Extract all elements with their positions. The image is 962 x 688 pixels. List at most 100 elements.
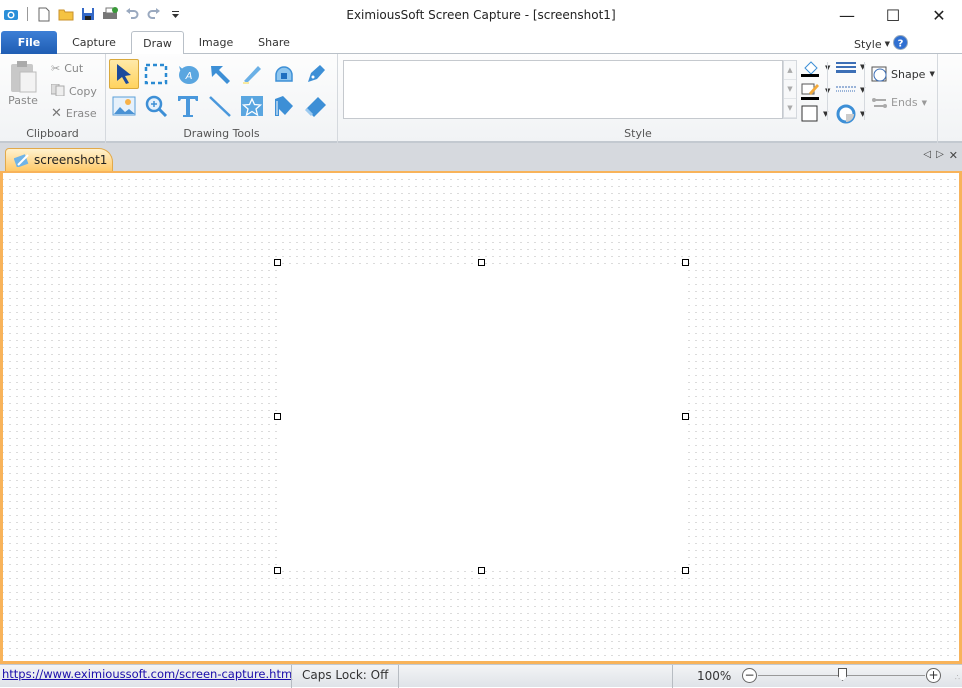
zoom-level: 100% <box>697 669 732 683</box>
dash-style-icon <box>836 86 856 92</box>
svg-text:A: A <box>185 71 193 82</box>
paste-button[interactable]: Paste <box>8 60 38 107</box>
resize-handle-top-right[interactable] <box>682 259 689 266</box>
paste-icon <box>11 61 37 93</box>
rect-select-tool-button[interactable] <box>141 59 171 89</box>
text-tool-button[interactable] <box>173 91 203 121</box>
zoom-in-button[interactable]: + <box>926 668 941 683</box>
eraser-icon <box>304 97 326 117</box>
cut-label: Cut <box>64 62 84 75</box>
shadow-circle-icon <box>836 104 856 124</box>
outline-color-button[interactable]: ▼ <box>801 82 830 100</box>
flag-tool-button[interactable] <box>269 91 299 121</box>
diagonal-arrow-icon <box>211 66 230 84</box>
scissors-icon: ✂ <box>51 62 61 75</box>
scroll-right-icon[interactable]: ▷ <box>936 149 944 162</box>
gallery-up-button[interactable]: ▲ <box>784 61 796 80</box>
zoom-out-button[interactable]: − <box>742 668 757 683</box>
tab-draw[interactable]: Draw <box>131 31 184 55</box>
ribbon-tabs: File Capture Draw Image Share Style ▼ ? <box>0 30 962 55</box>
pencil-color-icon <box>801 83 819 100</box>
shadow-button[interactable]: ▼ <box>836 104 865 124</box>
ends-button[interactable]: Ends ▼ <box>871 96 927 109</box>
document-tab-label: screenshot1 <box>34 153 108 167</box>
shape-fill-button[interactable]: ▼ <box>801 105 828 123</box>
callout-tool-button[interactable]: A <box>173 59 203 89</box>
document-tab-screenshot1[interactable]: screenshot1 <box>5 148 113 171</box>
fountain-pen-icon <box>308 65 325 82</box>
style-menu[interactable]: Style ▼ ? <box>854 35 908 53</box>
flag-icon <box>275 96 293 116</box>
picture-icon <box>112 96 136 116</box>
document-tab-strip: screenshot1 ◁ ▷ ✕ <box>0 143 962 171</box>
eraser-tool-button[interactable] <box>301 91 331 121</box>
resize-handle-bottom-left[interactable] <box>274 567 281 574</box>
document-nav: ◁ ▷ ✕ <box>923 149 958 162</box>
resize-handle-top-left[interactable] <box>274 259 281 266</box>
line-icon <box>209 96 231 117</box>
select-tool-button[interactable] <box>109 59 139 89</box>
zoom-slider-thumb[interactable] <box>838 668 847 681</box>
captured-image[interactable] <box>281 266 685 570</box>
dropdown-arrow-icon: ▼ <box>921 98 928 107</box>
resize-handle-top[interactable] <box>478 259 485 266</box>
arrow-tool-button[interactable] <box>205 59 235 89</box>
tab-share[interactable]: Share <box>250 31 298 54</box>
help-icon[interactable]: ? <box>893 35 908 53</box>
divider <box>672 665 673 688</box>
gallery-more-button[interactable]: ▼ <box>784 99 796 118</box>
fill-tool-button[interactable] <box>269 59 299 89</box>
scroll-left-icon[interactable]: ◁ <box>923 149 931 162</box>
pen-tool-button[interactable] <box>301 59 331 89</box>
resize-handle-bottom[interactable] <box>478 567 485 574</box>
fill-bucket-icon <box>275 66 293 82</box>
erase-button[interactable]: ✕ Erase <box>51 106 97 121</box>
resize-handle-right[interactable] <box>682 413 689 420</box>
dropdown-arrow-icon: ▼ <box>929 70 935 78</box>
resize-handle-bottom-right[interactable] <box>682 567 689 574</box>
tab-file[interactable]: File <box>1 31 57 54</box>
copy-icon <box>50 83 65 99</box>
resize-handle-left[interactable] <box>274 413 281 420</box>
line-tool-button[interactable] <box>205 91 235 121</box>
shape-label: Shape <box>891 67 926 81</box>
gallery-down-button[interactable]: ▼ <box>784 80 796 99</box>
style-gallery-scroll: ▲ ▼ ▼ <box>783 60 797 119</box>
clipboard-group-label: Clipboard <box>26 127 79 140</box>
dropdown-arrow-icon: ▼ <box>884 40 890 48</box>
stamp-tool-button[interactable] <box>237 91 267 121</box>
minimize-button[interactable]: — <box>824 0 870 30</box>
close-document-icon[interactable]: ✕ <box>949 149 958 162</box>
style-group-label: Style <box>624 127 652 140</box>
ribbon: Paste ✂ Cut Copy ✕ Erase Clipboard A Dra… <box>0 54 962 143</box>
zoom-tool-button[interactable] <box>141 91 171 121</box>
line-style-button[interactable]: ▼ <box>836 84 865 96</box>
close-button[interactable]: ✕ <box>916 0 962 30</box>
shape-icon <box>871 66 887 82</box>
status-bar: https://www.eximioussoft.com/screen-capt… <box>0 664 962 688</box>
magnifier-icon <box>145 95 168 117</box>
drawing-tools-group-label: Drawing Tools <box>183 127 260 140</box>
window-title: EximiousSoft Screen Capture - [screensho… <box>346 8 616 22</box>
highlighter-tool-button[interactable] <box>237 59 267 89</box>
style-menu-label: Style <box>853 37 882 51</box>
tab-capture[interactable]: Capture <box>62 31 126 54</box>
fill-color-button[interactable]: ▼ <box>801 59 830 77</box>
tab-image[interactable]: Image <box>190 31 242 54</box>
style-gallery[interactable] <box>343 60 783 119</box>
cut-button[interactable]: ✂ Cut <box>51 62 83 75</box>
svg-text:?: ? <box>898 39 904 50</box>
paint-bucket-icon <box>801 61 819 77</box>
shape-button[interactable]: Shape ▼ <box>871 66 935 82</box>
image-tool-button[interactable] <box>109 91 139 121</box>
ends-label: Ends <box>891 96 918 109</box>
maximize-button[interactable]: ☐ <box>870 0 916 30</box>
divider <box>864 62 865 120</box>
resize-grip-icon[interactable]: ∴ <box>955 673 960 682</box>
website-link[interactable]: https://www.eximioussoft.com/screen-capt… <box>2 667 292 681</box>
dashed-rect-icon <box>144 63 168 85</box>
line-weight-icon <box>836 62 856 73</box>
copy-button[interactable]: Copy <box>50 83 97 99</box>
document-edit-icon <box>14 154 29 167</box>
line-weight-button[interactable]: ▼ <box>836 61 865 73</box>
